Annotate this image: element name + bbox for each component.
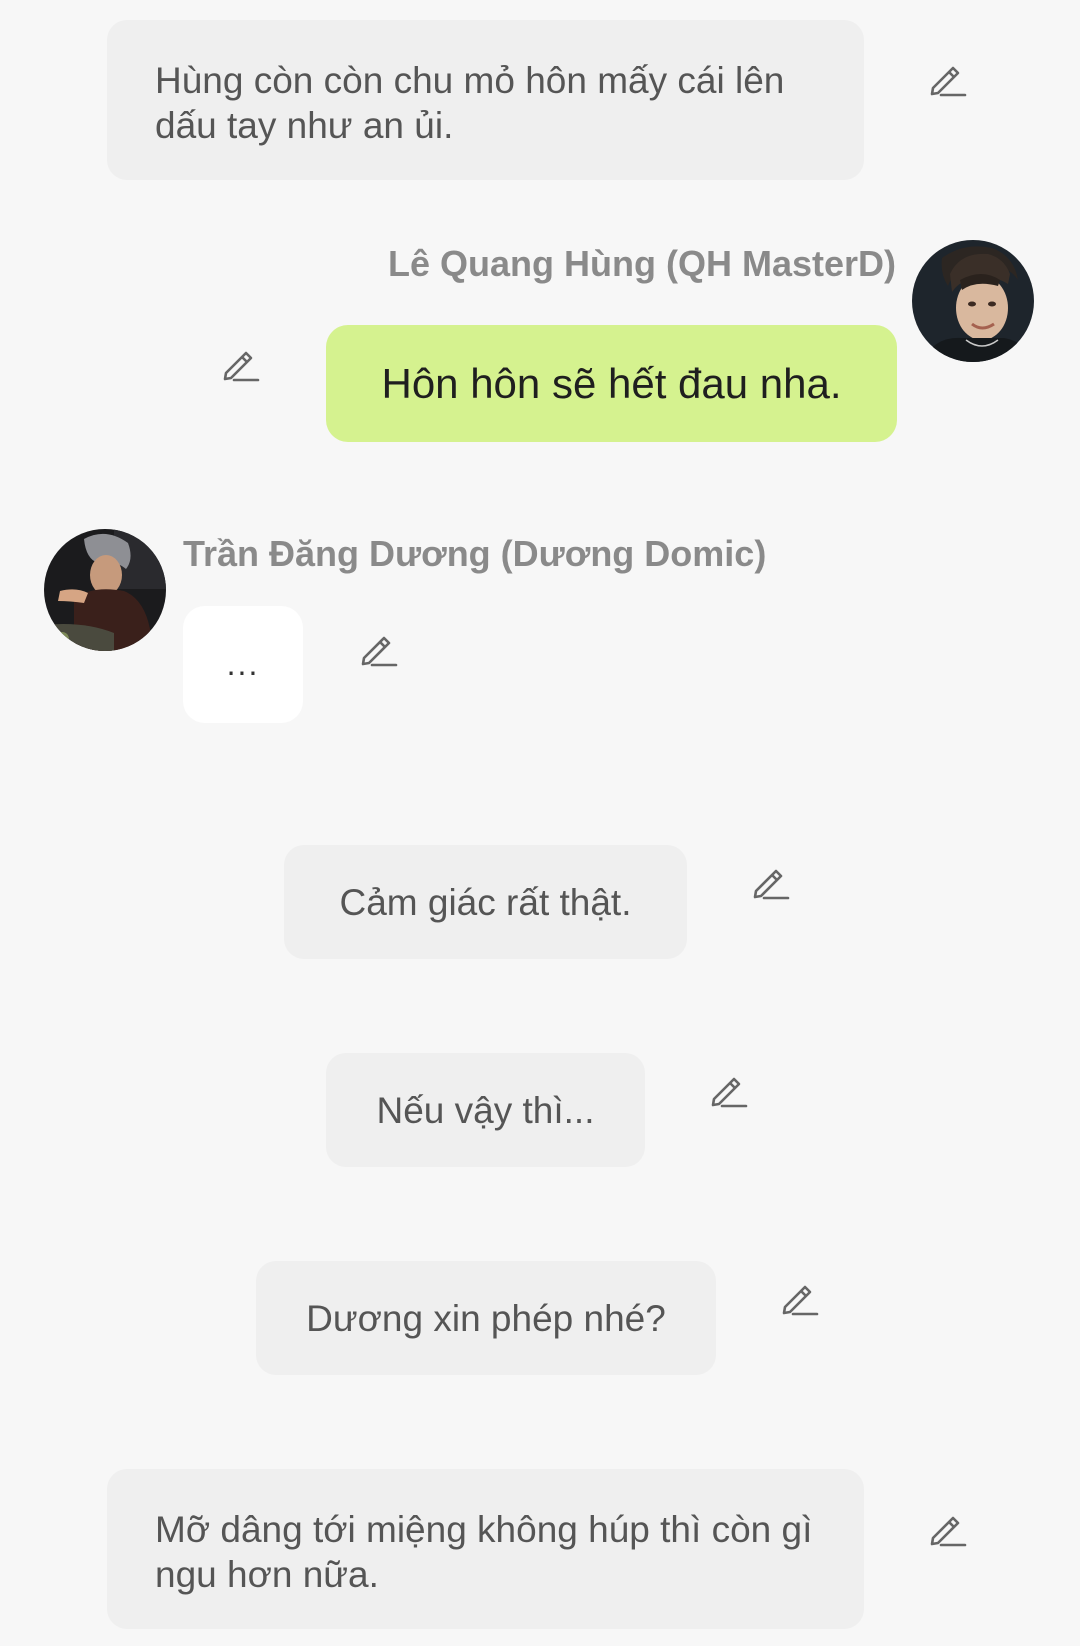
narration-bubble: Nếu vậy thì... [326,1053,645,1167]
sender-name: Lê Quang Hùng (QH MasterD) [387,243,896,284]
pencil-edit-icon[interactable] [708,1071,748,1111]
pencil-edit-icon[interactable] [220,345,260,385]
narration-bubble: Cảm giác rất thật. [284,845,687,959]
narration-text: Cảm giác rất thật. [339,881,632,923]
message-text: Hôn hôn sẽ hết đau nha. [381,359,842,407]
outgoing-message-bubble: Hôn hôn sẽ hết đau nha. [326,325,897,442]
pencil-edit-icon[interactable] [927,1510,967,1550]
narration-text: Mỡ dâng tới miệng không húp thì còn gì n… [155,1509,813,1595]
pencil-edit-icon[interactable] [750,863,790,903]
avatar-hung[interactable] [912,240,1034,362]
pencil-edit-icon[interactable] [779,1279,819,1319]
narration-text: Dương xin phép nhé? [306,1297,666,1339]
sender-name: Trần Đăng Dương (Dương Domic) [183,533,767,574]
narration-bubble: Hùng còn còn chu mỏ hôn mấy cái lên dấu … [107,20,864,180]
message-text: ... [226,646,260,682]
pencil-edit-icon[interactable] [358,630,398,670]
pencil-edit-icon[interactable] [927,60,967,100]
avatar-duong[interactable] [44,529,166,651]
narration-text: Hùng còn còn chu mỏ hôn mấy cái lên dấu … [155,60,785,146]
narration-text: Nếu vậy thì... [376,1089,595,1131]
narration-bubble: Dương xin phép nhé? [256,1261,716,1375]
incoming-message-bubble: ... [183,606,303,723]
narration-bubble: Mỡ dâng tới miệng không húp thì còn gì n… [107,1469,864,1629]
